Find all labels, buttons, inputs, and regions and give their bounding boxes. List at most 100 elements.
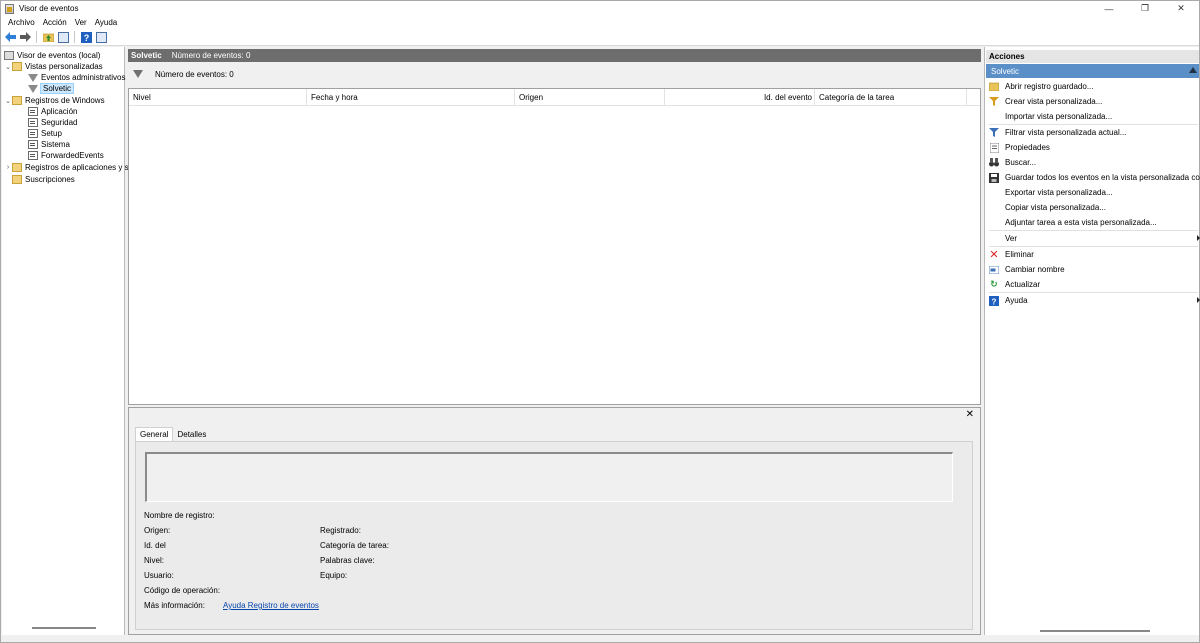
action-label: Copiar vista personalizada... <box>1005 203 1106 212</box>
tree-item-system[interactable]: Sistema <box>28 139 70 150</box>
toolbar-separator <box>74 31 75 43</box>
action-properties[interactable]: Propiedades <box>989 141 1198 154</box>
view-icon <box>989 234 999 244</box>
attach-task-icon <box>989 218 999 228</box>
close-button[interactable]: ✕ <box>1163 1 1199 16</box>
title-bar: Visor de eventos — ❐ ✕ <box>1 1 1199 16</box>
label-logged: Registrado: <box>320 526 361 535</box>
tree-item-solvetic[interactable]: Solvetic <box>28 83 75 94</box>
log-icon <box>28 151 38 160</box>
column-header-date-time[interactable]: Fecha y hora <box>307 89 515 106</box>
close-preview-icon[interactable]: ✕ <box>966 409 974 420</box>
tree-item-label: Registros de aplicaciones y s <box>25 163 129 172</box>
menu-ayuda[interactable]: Ayuda <box>91 18 122 27</box>
label-opcode: Código de operación: <box>144 586 221 595</box>
forward-button[interactable] <box>19 31 31 43</box>
column-header-task-category[interactable]: Categoría de la tarea <box>815 89 967 106</box>
tree-item-subscriptions[interactable]: Suscripciones <box>12 174 75 185</box>
tree-item-forwarded-events[interactable]: ForwardedEvents <box>28 150 104 161</box>
menu-ver[interactable]: Ver <box>71 18 91 27</box>
binoculars-icon <box>989 158 999 168</box>
tree-item-label: Registros de Windows <box>25 96 105 105</box>
actions-separator <box>989 230 1198 231</box>
action-open-saved-log[interactable]: Abrir registro guardado... <box>989 80 1198 93</box>
actions-section-solvetic[interactable]: Solvetic <box>986 64 1199 78</box>
actions-section-label: Solvetic <box>991 66 1020 76</box>
action-rename[interactable]: Cambiar nombre <box>989 263 1198 276</box>
tree-item-admin-events[interactable]: Eventos administrativos <box>28 72 125 83</box>
action-export-custom-view[interactable]: Exportar vista personalizada... <box>989 186 1198 199</box>
export-icon <box>989 188 999 198</box>
tree-item-label: Aplicación <box>41 107 78 116</box>
action-label: Buscar... <box>1005 158 1037 167</box>
action-attach-task[interactable]: Adjuntar tarea a esta vista personalizad… <box>989 216 1198 229</box>
show-hide-actions-button[interactable] <box>95 31 107 43</box>
tree-item-application[interactable]: Aplicación <box>28 106 77 117</box>
help-icon: ? <box>989 295 999 306</box>
action-delete[interactable]: ✕ Eliminar <box>989 248 1198 261</box>
tree-item-windows-logs[interactable]: ⌄ Registros de Windows <box>4 95 105 106</box>
back-button[interactable] <box>4 31 16 43</box>
action-label: Crear vista personalizada... <box>1005 97 1103 106</box>
menu-archivo[interactable]: Archivo <box>4 18 39 27</box>
column-header-level[interactable]: Nivel <box>129 89 307 106</box>
minimize-button[interactable]: — <box>1091 1 1127 16</box>
action-refresh[interactable]: ↻ Actualizar <box>989 278 1198 291</box>
menu-accion[interactable]: Acción <box>39 18 71 27</box>
event-preview-pane: ✕ General Detalles Nombre de registro: O… <box>128 407 981 635</box>
tree-item-root[interactable]: Visor de eventos (local) <box>4 50 100 61</box>
help-icon: ? <box>80 31 92 43</box>
action-label: Ver <box>1005 234 1018 243</box>
window-title: Visor de eventos <box>19 4 79 13</box>
folder-icon <box>12 62 22 71</box>
collapse-chevron-icon[interactable]: ⌄ <box>4 63 12 71</box>
event-log-help-link[interactable]: Ayuda Registro de eventos <box>223 601 319 610</box>
horizontal-scrollbar[interactable] <box>1040 630 1150 632</box>
action-filter-current-view[interactable]: Filtrar vista personalizada actual... <box>989 126 1198 139</box>
toolbar: ? <box>1 29 1199 46</box>
restore-button[interactable]: ❐ <box>1127 1 1163 16</box>
show-hide-tree-button[interactable] <box>57 31 69 43</box>
actions-pane-toggle-icon <box>95 31 107 43</box>
filter-bar: Número de eventos: 0 <box>128 63 981 85</box>
tab-details[interactable]: Detalles <box>173 427 210 441</box>
horizontal-scrollbar[interactable] <box>32 627 96 629</box>
log-icon <box>28 107 38 116</box>
help-button[interactable]: ? <box>80 31 92 43</box>
action-label: Actualizar <box>1005 280 1041 289</box>
tree-item-security[interactable]: Seguridad <box>28 117 77 128</box>
tree-item-setup[interactable]: Setup <box>28 128 62 139</box>
tab-general[interactable]: General <box>135 427 174 441</box>
tree-item-label: Visor de eventos (local) <box>17 51 101 60</box>
event-viewer-icon <box>4 51 14 60</box>
expand-chevron-icon[interactable]: › <box>4 164 12 171</box>
event-viewer-app-icon <box>5 3 14 14</box>
action-save-all-events[interactable]: Guardar todos los eventos en la vista pe… <box>989 171 1200 184</box>
tree-item-label: Sistema <box>41 140 70 149</box>
column-header-source[interactable]: Origen <box>515 89 665 106</box>
filter-icon <box>133 70 143 78</box>
action-view-submenu[interactable]: Ver <box>989 232 1200 245</box>
collapse-section-icon[interactable] <box>1189 67 1197 73</box>
folder-icon <box>12 163 22 172</box>
event-description-box[interactable] <box>145 452 953 502</box>
action-find[interactable]: Buscar... <box>989 156 1198 169</box>
header-event-count: Número de eventos: 0 <box>171 51 251 60</box>
collapse-chevron-icon[interactable]: ⌄ <box>4 97 12 105</box>
folder-up-icon <box>42 33 54 42</box>
save-disk-icon <box>989 172 999 183</box>
action-label: Exportar vista personalizada... <box>1005 188 1113 197</box>
column-header-event-id[interactable]: Id. del evento <box>665 89 815 106</box>
action-help-submenu[interactable]: ? Ayuda <box>989 294 1200 307</box>
action-import-custom-view[interactable]: Importar vista personalizada... <box>989 110 1198 123</box>
events-table[interactable]: Nivel Fecha y hora Origen Id. del evento… <box>128 88 981 405</box>
label-user: Usuario: <box>144 571 174 580</box>
action-copy-custom-view[interactable]: Copiar vista personalizada... <box>989 201 1198 214</box>
action-label: Guardar todos los eventos en la vista pe… <box>1005 173 1200 182</box>
action-create-custom-view[interactable]: Crear vista personalizada... <box>989 95 1198 108</box>
filter-icon <box>28 73 38 82</box>
tree-item-label: Solvetic <box>39 83 75 94</box>
tree-item-custom-views[interactable]: ⌄ Vistas personalizadas <box>4 61 103 72</box>
tree-item-app-services-logs[interactable]: › Registros de aplicaciones y s <box>4 162 129 173</box>
up-folder-button[interactable] <box>42 31 54 43</box>
